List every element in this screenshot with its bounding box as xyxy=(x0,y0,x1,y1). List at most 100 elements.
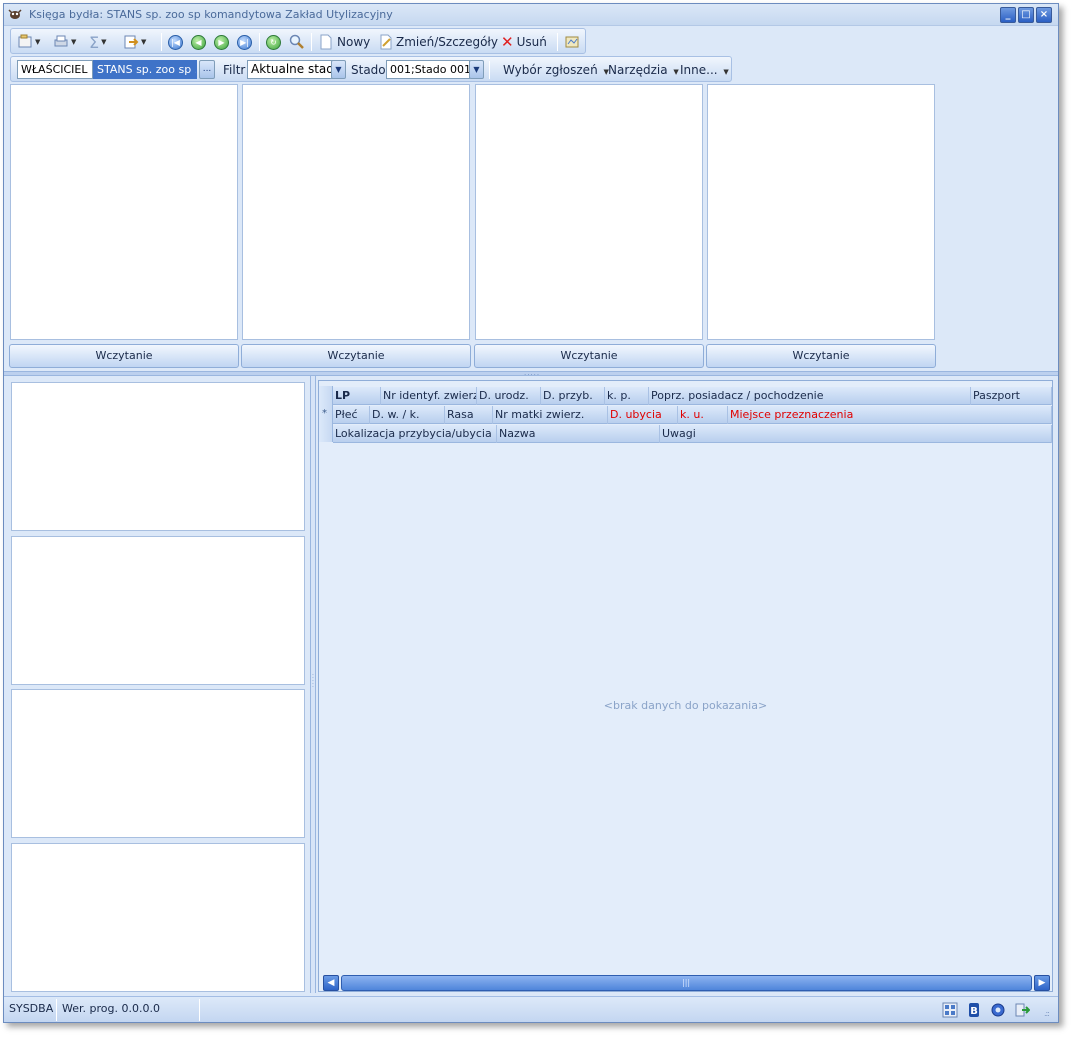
settings-gear-icon[interactable] xyxy=(990,1002,1006,1018)
refresh-button[interactable]: ↻ xyxy=(266,32,281,52)
tools-menu[interactable]: Narzędzia ▼ xyxy=(608,63,679,77)
maximize-button[interactable]: □ xyxy=(1018,7,1034,23)
filter-label: Filtr xyxy=(223,63,246,77)
refresh-icon: ↻ xyxy=(266,34,281,50)
toolbar-separator xyxy=(259,33,260,51)
status-user: SYSDBA xyxy=(9,1002,54,1015)
chevron-left-icon: ◀ xyxy=(327,978,335,988)
chevron-down-icon: ▼ xyxy=(71,38,77,46)
herd-dropdown-button[interactable]: ▼ xyxy=(469,60,484,79)
column-header-loss-date[interactable]: D. ubycia xyxy=(608,406,678,424)
column-header-mother-id[interactable]: Nr matki zwierz. xyxy=(493,406,608,424)
new-row-marker: * xyxy=(322,408,327,419)
edit-details-button[interactable]: Zmień/Szczegóły xyxy=(379,32,498,52)
close-button[interactable]: × xyxy=(1036,7,1052,23)
print-icon xyxy=(54,35,68,47)
last-record-button[interactable]: ▶| xyxy=(237,32,252,52)
scrollbar-thumb[interactable]: ||| xyxy=(341,975,1032,991)
new-label: Nowy xyxy=(337,35,371,49)
edit-label: Zmień/Szczegóły xyxy=(396,35,498,49)
chevron-down-icon: ▼ xyxy=(35,38,41,46)
row-indicator-column: * xyxy=(319,386,333,442)
delete-button[interactable]: ✕ Usuń xyxy=(501,32,547,52)
prev-record-icon: ◀ xyxy=(191,34,206,50)
chevron-down-icon: ▼ xyxy=(335,65,342,74)
column-header-kp[interactable]: k. p. xyxy=(605,387,649,405)
filter-select[interactable]: Aktualne stado xyxy=(247,60,333,79)
column-header-destination[interactable]: Miejsce przeznaczenia xyxy=(728,406,1052,424)
first-record-icon: |◀ xyxy=(168,34,183,50)
filter-dropdown-button[interactable]: ▼ xyxy=(331,60,346,79)
status-bar: SYSDBA Wer. prog. 0.0.0.0 B .:: xyxy=(4,996,1058,1022)
column-header-passport[interactable]: Paszport xyxy=(971,387,1052,405)
load-button-1[interactable]: Wczytanie xyxy=(9,344,239,368)
next-record-button[interactable]: ▶ xyxy=(214,32,229,52)
print-dropdown-button[interactable]: ▼ xyxy=(53,32,76,52)
exit-icon[interactable] xyxy=(1014,1002,1030,1018)
horizontal-scrollbar[interactable]: ◀ ||| ▶ xyxy=(323,975,1050,991)
column-header-location[interactable]: Lokalizacja przybycia/ubycia xyxy=(333,425,497,443)
scroll-right-button[interactable]: ▶ xyxy=(1034,975,1050,991)
cow-app-icon xyxy=(8,9,22,19)
properties-dropdown-button[interactable]: ▼ xyxy=(17,32,40,52)
minimize-button[interactable]: _ xyxy=(1000,7,1016,23)
export-dropdown-button[interactable]: ▼ xyxy=(123,32,146,52)
load-button-3[interactable]: Wczytanie xyxy=(474,344,704,368)
column-header-birth-date[interactable]: D. urodz. xyxy=(477,387,541,405)
image-panel-3 xyxy=(475,84,703,340)
load-button-4[interactable]: Wczytanie xyxy=(706,344,936,368)
requests-menu[interactable]: Wybór zgłoszeń ▼ xyxy=(503,63,609,77)
main-toolbar: ▼ ▼ Σ ▼ ▼ |◀ ◀ ▶ ▶| ↻ Nowy Zmień/Szczegó… xyxy=(10,28,586,54)
properties-icon xyxy=(18,34,32,48)
owner-browse-button[interactable]: ... xyxy=(199,60,215,79)
next-record-icon: ▶ xyxy=(214,34,229,50)
status-divider xyxy=(199,999,200,1021)
database-icon[interactable]: B xyxy=(966,1002,982,1018)
column-header-name[interactable]: Nazwa xyxy=(497,425,660,443)
owner-value-field[interactable]: STANS sp. zoo sp ... xyxy=(93,60,197,79)
last-record-icon: ▶| xyxy=(237,34,252,50)
column-header-animal-id[interactable]: Nr identyf. zwierz. xyxy=(381,387,477,405)
column-header-prev-owner[interactable]: Poprz. posiadacz / pochodzenie xyxy=(649,387,971,405)
grid-header-row-3: Lokalizacja przybycia/ubycia Nazwa Uwagi xyxy=(333,425,1052,443)
other-menu[interactable]: Inne... ▼ xyxy=(680,63,729,77)
left-panel-2 xyxy=(11,536,305,685)
search-button[interactable] xyxy=(289,32,305,52)
toolbar-separator xyxy=(311,33,312,51)
toolbar-separator xyxy=(161,33,162,51)
grip-icon: ||| xyxy=(682,978,691,987)
vertical-splitter[interactable]: · · · · · xyxy=(310,376,316,993)
svg-text:B: B xyxy=(970,1006,978,1017)
splitter-grip-icon: ····· xyxy=(524,371,541,379)
chevron-down-icon: ▼ xyxy=(101,38,107,46)
chevron-right-icon: ▶ xyxy=(1038,978,1046,988)
herd-label: Stado xyxy=(351,63,386,77)
new-button[interactable]: Nowy xyxy=(319,32,370,52)
column-header-ku[interactable]: k. u. xyxy=(678,406,728,424)
column-header-dwk[interactable]: D. w. / k. xyxy=(370,406,445,424)
left-panel-1 xyxy=(11,382,305,531)
column-header-arrival-date[interactable]: D. przyb. xyxy=(541,387,605,405)
column-header-sex[interactable]: Płeć xyxy=(333,406,370,424)
column-header-notes[interactable]: Uwagi xyxy=(660,425,1052,443)
column-header-breed[interactable]: Rasa xyxy=(445,406,493,424)
new-document-icon xyxy=(320,34,332,50)
load-button-2[interactable]: Wczytanie xyxy=(241,344,471,368)
animals-grid[interactable]: * LP Nr identyf. zwierz. D. urodz. D. pr… xyxy=(318,380,1053,992)
main-window: Księga bydła: STANS sp. zoo sp komandyto… xyxy=(3,3,1059,1023)
report-button[interactable] xyxy=(564,32,580,52)
sum-dropdown-button[interactable]: Σ ▼ xyxy=(89,32,107,52)
prev-record-button[interactable]: ◀ xyxy=(191,32,206,52)
column-header-lp[interactable]: LP xyxy=(333,387,381,405)
scroll-left-button[interactable]: ◀ xyxy=(323,975,339,991)
title-bar[interactable]: Księga bydła: STANS sp. zoo sp komandyto… xyxy=(4,4,1058,26)
toolbar-separator xyxy=(489,61,490,79)
status-divider xyxy=(56,999,57,1021)
horizontal-splitter[interactable]: ····· xyxy=(4,371,1058,379)
first-record-button[interactable]: |◀ xyxy=(168,32,183,52)
grid-header-row-2: Płeć D. w. / k. Rasa Nr matki zwierz. D.… xyxy=(333,406,1052,424)
calculator-icon[interactable] xyxy=(942,1002,958,1018)
left-panel-4 xyxy=(11,843,305,992)
herd-select[interactable]: 001;Stado 001 xyxy=(386,60,470,79)
resize-grip-icon[interactable]: .:: xyxy=(1044,1009,1050,1018)
